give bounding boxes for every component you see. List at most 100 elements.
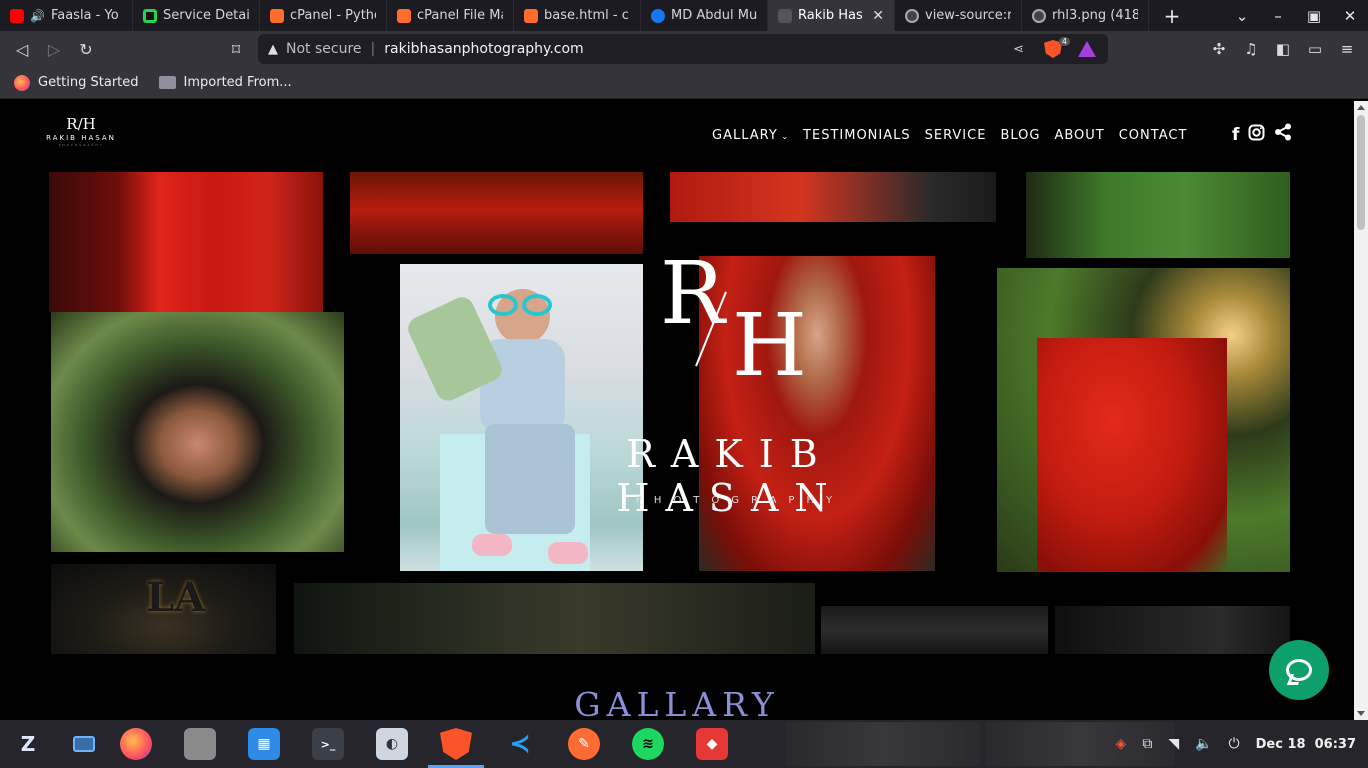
tab-title: MD Abdul Muk bbox=[671, 8, 757, 23]
reload-button[interactable]: ↻ bbox=[70, 35, 102, 63]
logo-subtitle: PHOTOGRAPHY bbox=[58, 143, 104, 147]
anydesk-icon[interactable]: ◆ bbox=[696, 728, 728, 760]
photo-red-suit[interactable] bbox=[49, 172, 323, 312]
menu-gallary[interactable]: GALLARY ⌄ bbox=[712, 128, 789, 143]
zorin-menu-icon[interactable]: Z bbox=[12, 728, 44, 760]
brave-browser-icon[interactable] bbox=[440, 728, 472, 760]
cpanel-icon bbox=[270, 8, 284, 23]
bookmark-icon[interactable]: ⌑ bbox=[220, 35, 252, 63]
chevron-down-icon: ⌄ bbox=[777, 132, 790, 141]
settings-toggle-icon[interactable]: ◐ bbox=[376, 728, 408, 760]
menu-icon[interactable]: ≡ bbox=[1336, 35, 1358, 63]
photo-dark-landscape[interactable] bbox=[294, 583, 815, 654]
firefox-icon[interactable] bbox=[120, 728, 152, 760]
brave-rewards-icon[interactable] bbox=[1078, 41, 1096, 57]
software-store-icon[interactable]: ▦ bbox=[248, 728, 280, 760]
address-bar[interactable]: ▲ Not secure | rakibhasanphotography.com… bbox=[258, 34, 1108, 64]
close-icon[interactable]: ✕ bbox=[872, 8, 884, 24]
postman-icon[interactable]: ✎ bbox=[568, 728, 600, 760]
tab-cpanel-file-manager[interactable]: cPanel File Ma bbox=[387, 0, 514, 31]
date-text: Dec 18 bbox=[1255, 736, 1306, 752]
new-tab-button[interactable]: + bbox=[1149, 0, 1195, 31]
forward-button[interactable]: ▷ bbox=[38, 35, 70, 63]
warning-icon[interactable]: ▲ bbox=[268, 42, 278, 57]
facebook-icon bbox=[651, 8, 665, 23]
photo-bride-red[interactable] bbox=[699, 256, 935, 571]
photo-bride-hands[interactable] bbox=[350, 172, 643, 254]
minimize-button[interactable]: – bbox=[1260, 0, 1296, 31]
speaker-icon[interactable]: 🔊 bbox=[30, 9, 45, 23]
vscode-icon[interactable]: ≺ bbox=[504, 728, 536, 760]
cpanel-icon bbox=[524, 8, 538, 23]
cpanel-icon bbox=[397, 8, 411, 23]
photo-red-saree-top[interactable] bbox=[670, 172, 996, 222]
share-icon[interactable] bbox=[1274, 123, 1292, 146]
menu-testimonials[interactable]: TESTIMONIALS bbox=[803, 128, 911, 143]
sidebar-icon[interactable]: ◧ bbox=[1272, 35, 1294, 63]
tab-youtube[interactable]: 🔊 Faasla - Yo bbox=[0, 0, 133, 31]
extensions-icon[interactable]: ✣ bbox=[1208, 35, 1230, 63]
photo-woman-red-saree-forest[interactable] bbox=[997, 268, 1290, 572]
scrollbar-thumb[interactable] bbox=[1357, 115, 1365, 230]
globe-icon bbox=[905, 8, 919, 23]
volume-icon[interactable]: 🔈 bbox=[1195, 736, 1212, 752]
tab-facebook[interactable]: MD Abdul Muk bbox=[641, 0, 768, 31]
toolbar-icons: ✣ ♫ ◧ ▭ ≡ bbox=[1208, 35, 1358, 63]
wallet-icon[interactable]: ▭ bbox=[1304, 35, 1326, 63]
tab-title: Service Details bbox=[163, 8, 249, 23]
files-icon[interactable] bbox=[184, 728, 216, 760]
tab-list-chevron-icon[interactable]: ⌄ bbox=[1224, 0, 1260, 31]
menu-about[interactable]: ABOUT bbox=[1054, 128, 1104, 143]
window-thumbnail[interactable] bbox=[785, 722, 980, 766]
workspaces-icon[interactable] bbox=[68, 728, 100, 760]
tab-title: rhl3.png (4188 bbox=[1052, 8, 1138, 23]
terminal-icon[interactable]: >_ bbox=[312, 728, 344, 760]
power-icon[interactable]: ⏻ bbox=[1229, 736, 1240, 752]
media-icon[interactable]: ♫ bbox=[1240, 35, 1262, 63]
photo-portrait-woman-black[interactable] bbox=[51, 312, 344, 552]
photo-la-cap[interactable]: LA bbox=[51, 564, 276, 654]
shields-count-badge: 4 bbox=[1058, 37, 1070, 46]
facebook-icon[interactable]: f bbox=[1232, 125, 1239, 145]
photo-baby[interactable] bbox=[400, 264, 643, 571]
security-label[interactable]: Not secure bbox=[286, 41, 362, 57]
share-icon[interactable]: ⋖ bbox=[1013, 42, 1024, 57]
tab-rhl3-png[interactable]: rhl3.png (4188 bbox=[1022, 0, 1149, 31]
scroll-down-icon[interactable] bbox=[1357, 711, 1365, 716]
bookmark-imported-from[interactable]: Imported From... bbox=[158, 75, 292, 90]
clipboard-icon[interactable]: ⧉ bbox=[1142, 736, 1152, 752]
tab-view-source[interactable]: view-source:ra bbox=[895, 0, 1022, 31]
wifi-icon[interactable]: ◥ bbox=[1168, 736, 1179, 752]
site-icon bbox=[778, 8, 792, 23]
url-text[interactable]: rakibhasanphotography.com bbox=[384, 41, 583, 57]
instagram-icon[interactable] bbox=[1248, 124, 1265, 146]
menu-blog[interactable]: BLOG bbox=[1000, 128, 1040, 143]
photo-dark-hat[interactable] bbox=[821, 606, 1048, 654]
site-logo[interactable]: R/H RAKIB HASAN PHOTOGRAPHY bbox=[44, 115, 118, 153]
photo-dark-object[interactable] bbox=[1055, 606, 1290, 654]
tab-title: Faasla - Yo bbox=[50, 8, 119, 23]
tab-title: Rakib Hasa bbox=[798, 8, 863, 23]
clock[interactable]: Dec 18 06:37 bbox=[1256, 737, 1356, 752]
web-page: LA R H RAKIB HASAN PHOTOGRAPHY R/H RAKIB… bbox=[0, 101, 1354, 720]
tab-base-html[interactable]: base.html - cP bbox=[514, 0, 641, 31]
close-window-button[interactable]: ✕ bbox=[1332, 0, 1368, 31]
bookmarks-bar: Getting Started Imported From... bbox=[0, 67, 1368, 99]
youtube-icon bbox=[10, 8, 24, 23]
tab-rakib-hasan[interactable]: Rakib Hasa ✕ bbox=[768, 0, 895, 31]
tab-cpanel-python[interactable]: cPanel - Pytho bbox=[260, 0, 387, 31]
chat-button[interactable] bbox=[1269, 640, 1329, 700]
back-button[interactable]: ◁ bbox=[6, 35, 38, 63]
menu-contact[interactable]: CONTACT bbox=[1119, 128, 1188, 143]
photo-grass-field[interactable] bbox=[1026, 172, 1290, 258]
spotify-icon[interactable]: ≋ bbox=[632, 728, 664, 760]
bookmark-getting-started[interactable]: Getting Started bbox=[14, 74, 139, 91]
brave-tray-icon[interactable]: ◈ bbox=[1116, 736, 1127, 752]
maximize-button[interactable]: ▣ bbox=[1296, 0, 1332, 31]
page-scrollbar[interactable] bbox=[1354, 101, 1368, 720]
scroll-up-icon[interactable] bbox=[1357, 105, 1365, 110]
menu-service[interactable]: SERVICE bbox=[925, 128, 987, 143]
tab-service-details[interactable]: Service Details bbox=[133, 0, 260, 31]
logo-monogram: R/H bbox=[66, 115, 96, 133]
logo-name: RAKIB HASAN bbox=[46, 134, 116, 142]
